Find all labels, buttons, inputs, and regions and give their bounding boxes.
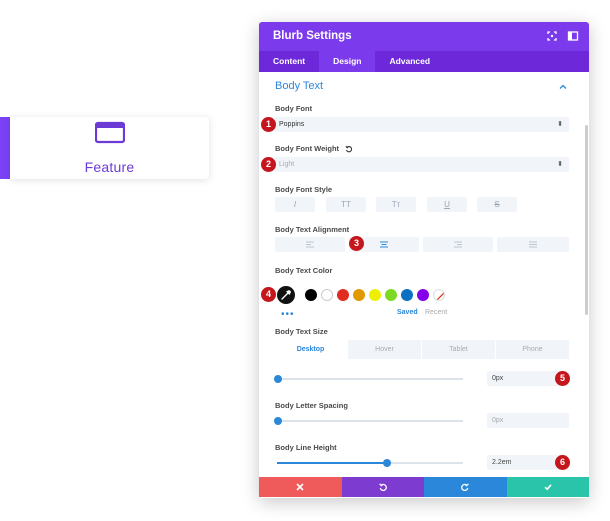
reset-icon[interactable] — [345, 145, 353, 153]
eyedropper-icon — [281, 290, 291, 300]
body-letter-spacing-label: Body Letter Spacing — [275, 401, 348, 410]
annotation-badge: 2 — [261, 157, 276, 172]
annotation-badge: 3 — [349, 236, 364, 251]
undo-button[interactable] — [341, 477, 424, 497]
swatch-yellow[interactable] — [369, 289, 381, 301]
annotation-badge: 6 — [555, 455, 570, 470]
undo-icon — [378, 483, 387, 491]
text-size-slider-knob[interactable] — [274, 375, 282, 383]
device-tab-desktop[interactable]: Desktop — [274, 340, 348, 359]
save-button[interactable] — [506, 477, 589, 497]
body-font-weight-value: Light — [279, 161, 295, 168]
underline-button[interactable]: U — [427, 197, 467, 212]
swatch-white[interactable] — [321, 289, 333, 301]
preview-title: Feature — [84, 159, 135, 175]
blurb-preview-card[interactable]: Feature — [10, 117, 209, 179]
device-tab-hover[interactable]: Hover — [348, 340, 422, 359]
strikethrough-button[interactable]: S — [477, 197, 517, 212]
body-font-value: Poppins — [279, 121, 305, 128]
swatch-green[interactable] — [385, 289, 397, 301]
swatch-none[interactable] — [433, 289, 445, 301]
saved-colors-tab[interactable]: Saved — [397, 309, 418, 316]
annotation-badge: 1 — [261, 117, 276, 132]
preview-accent-strip — [0, 117, 10, 179]
swatch-black[interactable] — [305, 289, 317, 301]
settings-tabs: Content Design Advanced — [259, 51, 589, 72]
panel-footer — [259, 477, 589, 497]
body-font-weight-select[interactable]: Light ⬍ — [275, 157, 569, 172]
body-font-style-label: Body Font Style — [275, 185, 333, 194]
recent-colors-tab[interactable]: Recent — [425, 309, 447, 316]
body-line-height-label: Body Line Height — [275, 443, 337, 452]
body-font-weight-text: Body Font Weight — [275, 144, 340, 153]
select-arrows-icon: ⬍ — [557, 161, 563, 168]
body-text-alignment-label: Body Text Alignment — [275, 225, 350, 234]
annotation-badge: 5 — [555, 371, 570, 386]
tab-advanced[interactable]: Advanced — [375, 51, 444, 72]
annotation-badge: 4 — [261, 287, 276, 302]
align-left-icon — [306, 241, 314, 248]
cancel-button[interactable] — [259, 477, 342, 497]
more-colors-button[interactable]: ••• — [281, 309, 295, 320]
align-right-icon — [454, 241, 462, 248]
section-title[interactable]: Body Text — [275, 80, 323, 92]
line-height-slider-fill — [277, 462, 387, 464]
panel-header: Blurb Settings — [259, 22, 589, 51]
tab-design[interactable]: Design — [319, 51, 376, 72]
chevron-up-icon[interactable] — [559, 83, 567, 91]
body-text-color-label: Body Text Color — [275, 266, 333, 275]
tab-content[interactable]: Content — [259, 51, 319, 72]
device-tab-tablet[interactable]: Tablet — [422, 340, 496, 359]
swatch-orange[interactable] — [353, 289, 365, 301]
line-height-slider-knob[interactable] — [383, 459, 391, 467]
align-justify-icon — [529, 241, 537, 248]
panel-title: Blurb Settings — [273, 30, 352, 42]
check-icon — [544, 484, 552, 491]
redo-icon — [461, 483, 470, 491]
folder-icon — [95, 121, 125, 144]
color-picker-button[interactable] — [277, 286, 295, 304]
select-arrows-icon: ⬍ — [557, 121, 563, 128]
align-right-button[interactable] — [423, 237, 493, 252]
body-font-select[interactable]: Poppins ⬍ — [275, 117, 569, 132]
italic-button[interactable]: I — [275, 197, 315, 212]
uppercase-button[interactable]: TT — [326, 197, 366, 212]
close-icon — [296, 483, 304, 491]
body-font-weight-label: Body Font Weight — [275, 144, 353, 153]
align-justify-button[interactable] — [497, 237, 569, 252]
swatch-red[interactable] — [337, 289, 349, 301]
redo-button[interactable] — [424, 477, 507, 497]
capitalize-button[interactable]: Tт — [376, 197, 416, 212]
align-left-button[interactable] — [275, 237, 345, 252]
letter-spacing-input[interactable]: 0px — [487, 413, 569, 428]
align-center-icon — [380, 241, 388, 248]
body-font-label: Body Font — [275, 104, 313, 113]
text-size-slider-track[interactable] — [277, 378, 463, 380]
device-tabs: Desktop Hover Tablet Phone — [274, 340, 570, 359]
body-text-size-label: Body Text Size — [275, 327, 328, 336]
expand-icon[interactable] — [546, 30, 558, 42]
sidebar-toggle-icon[interactable] — [567, 30, 579, 42]
swatch-blue[interactable] — [401, 289, 413, 301]
letter-spacing-slider-knob[interactable] — [274, 417, 282, 425]
letter-spacing-slider-track[interactable] — [277, 420, 463, 422]
swatch-purple[interactable] — [417, 289, 429, 301]
device-tab-phone[interactable]: Phone — [496, 340, 570, 359]
panel-scrollbar[interactable] — [585, 125, 588, 315]
